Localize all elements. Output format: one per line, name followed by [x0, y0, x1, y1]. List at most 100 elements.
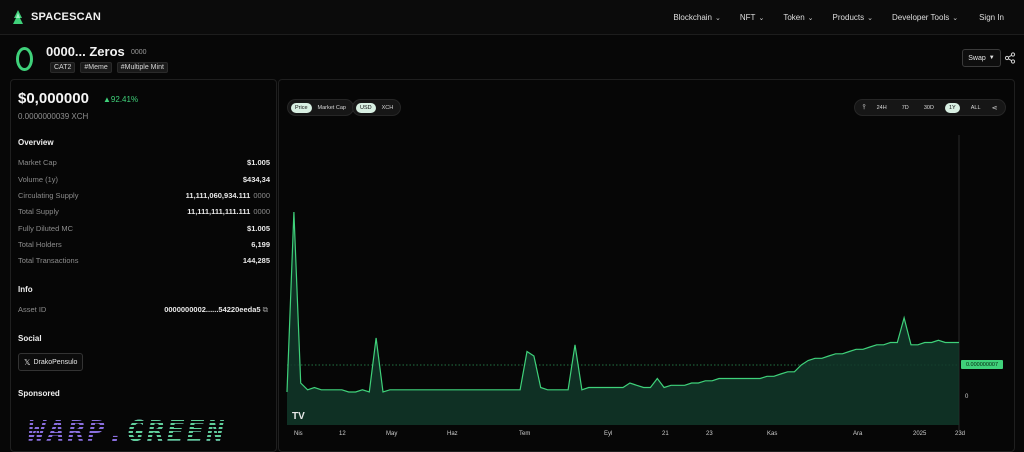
tag-multiple-mint[interactable]: #Multiple Mint [116, 62, 168, 73]
candlestick-icon[interactable]: ⫯ [863, 104, 866, 112]
chevron-down-icon: ⌄ [758, 14, 765, 22]
row-value: $1.005 [247, 158, 270, 167]
token-tags: CAT2 #Meme #Multiple Mint [50, 62, 168, 73]
x-tick-label: May [386, 431, 398, 437]
range-24h[interactable]: 24H [873, 103, 891, 113]
row-value: 11,111,111,111.111 0000 [187, 207, 270, 216]
sign-in-link[interactable]: Sign In [979, 13, 1004, 22]
overview-title: Overview [18, 138, 54, 147]
row-label: Fully Diluted MC [18, 224, 74, 233]
overview-row: Volume (1y) $434,34 [18, 175, 270, 187]
nav-nft-label: NFT [739, 13, 756, 22]
asset-id-row: Asset ID 0000000002......54220eeda5 ⧉ [18, 305, 270, 317]
overview-row: Total Supply 11,111,111,111.111 0000 [18, 207, 270, 219]
row-value-text: $434,34 [242, 175, 270, 184]
overview-row: Circulating Supply 11,111,060,934.111 0000 [18, 191, 270, 203]
row-value: 11,111,060,934.111 0000 [186, 191, 270, 200]
nav-blockchain[interactable]: Blockchain ⌄ [673, 13, 721, 22]
nav-products-label: Products [832, 13, 865, 22]
x-tick-label: Tem [519, 431, 531, 437]
price-change: ▲92.41% [103, 95, 139, 104]
y-axis-tick: 0 [965, 394, 969, 400]
token-name: 0000... Zeros [46, 44, 125, 59]
main-nav: Blockchain ⌄ NFT ⌄ Token ⌄ Products ⌄ Develo… [673, 0, 1024, 35]
brand-logo[interactable]: SPACESCAN [10, 9, 101, 25]
range-1y[interactable]: 1Y [944, 102, 960, 113]
price-xch-value: 0.0000000039 [18, 112, 70, 121]
price-chart[interactable] [279, 125, 969, 430]
copy-icon[interactable]: ⧉ [263, 305, 268, 314]
row-label: Total Transactions [18, 256, 79, 265]
tradingview-logo-icon[interactable]: TV [292, 411, 305, 422]
mode-market-cap[interactable]: Market Cap [314, 103, 350, 113]
x-tick-label: 21 [662, 431, 669, 437]
spacescan-logo-icon [13, 10, 23, 24]
range-30d[interactable]: 30D [920, 103, 938, 113]
sponsored-banner[interactable]: WARP.GREEN [28, 415, 227, 448]
row-value: 6,199 [251, 240, 270, 249]
overview-row: Fully Diluted MC $1.005 [18, 224, 270, 236]
x-tick-label: 12 [339, 431, 346, 437]
swap-label: Swap [968, 54, 986, 62]
nav-developer-tools-label: Developer Tools [892, 13, 950, 22]
overview-row: Total Holders 6,199 [18, 240, 270, 252]
asset-id-label: Asset ID [18, 305, 47, 314]
range-all[interactable]: ALL [967, 103, 985, 113]
row-value-text: 11,111,060,934.111 [185, 191, 251, 200]
top-navbar: SPACESCAN Blockchain ⌄ NFT ⌄ Token ⌄ Produc… [0, 0, 1024, 35]
row-label: Total Holders [18, 240, 62, 249]
x-tick-label: 23d [955, 431, 966, 437]
share-icon[interactable]: ⋖ [992, 104, 998, 112]
row-label: Circulating Supply [18, 191, 79, 200]
nav-token-label: Token [783, 13, 805, 22]
row-value-text: $1.005 [247, 224, 270, 233]
row-label: Volume (1y) [18, 175, 59, 184]
currency-toggle: USD XCH [352, 99, 402, 116]
price-usd: $0,000000 [18, 90, 89, 107]
row-value-text: $1.005 [247, 158, 270, 167]
row-value-text: 11,111,111,111.111 [187, 207, 251, 216]
chevron-down-icon: ⌄ [715, 14, 721, 22]
tag-cat2[interactable]: CAT2 [50, 62, 76, 73]
banner-text-b: GREEN [127, 415, 227, 448]
overview-row: Market Cap $1.005 [18, 158, 270, 170]
price-xch: 0.0000000039 XCH [18, 112, 88, 121]
x-tick-label: 2025 [913, 431, 927, 437]
currency-usd[interactable]: USD [356, 102, 376, 113]
chart-mode-toggle: Price Market Cap [287, 99, 354, 116]
chevron-down-icon: ⌄ [807, 14, 814, 22]
social-handle: DrakoPensulo [33, 358, 78, 366]
brand-name: SPACESCAN [31, 11, 102, 23]
swap-button[interactable]: Swap ▼ [962, 49, 1001, 67]
last-price-tag: 0.000000007 [961, 360, 1003, 369]
token-symbol: 0000 [131, 49, 147, 56]
x-tick-label: Ara [853, 431, 863, 437]
row-unit: 0000 [253, 191, 270, 200]
asset-id-value: 0000000002......54220eeda5 ⧉ [164, 305, 268, 315]
row-value-text: 6,199 [251, 240, 270, 249]
nav-blockchain-label: Blockchain [673, 13, 712, 22]
nav-developer-tools[interactable]: Developer Tools ⌄ [892, 13, 958, 22]
price-area [287, 212, 959, 425]
caret-down-icon: ▼ [988, 55, 995, 61]
nav-token[interactable]: Token ⌄ [783, 13, 813, 22]
currency-xch[interactable]: XCH [378, 103, 398, 113]
row-unit: 0000 [253, 207, 270, 216]
asset-id-text: 0000000002......54220eeda5 [164, 305, 261, 314]
overview-row: Total Transactions 144,285 [18, 256, 270, 268]
chevron-down-icon: ⌄ [952, 14, 959, 22]
token-avatar-icon [16, 47, 33, 71]
nav-nft[interactable]: NFT ⌄ [740, 13, 764, 22]
row-label: Market Cap [18, 158, 57, 167]
mode-price[interactable]: Price [291, 102, 312, 113]
tag-meme[interactable]: #Meme [80, 62, 112, 73]
time-range-selector: ⫯ 24H 7D 30D 1Y ALL ⋖ [854, 99, 1006, 116]
row-label: Total Supply [18, 207, 59, 216]
x-tick-label: Nis [294, 431, 303, 437]
sponsored-title: Sponsored [18, 389, 60, 398]
share-icon[interactable] [1004, 52, 1016, 64]
range-7d[interactable]: 7D [898, 103, 913, 113]
social-x-link[interactable]: 𝕏 DrakoPensulo [18, 353, 84, 371]
info-title: Info [18, 285, 33, 294]
nav-products[interactable]: Products ⌄ [833, 13, 873, 22]
